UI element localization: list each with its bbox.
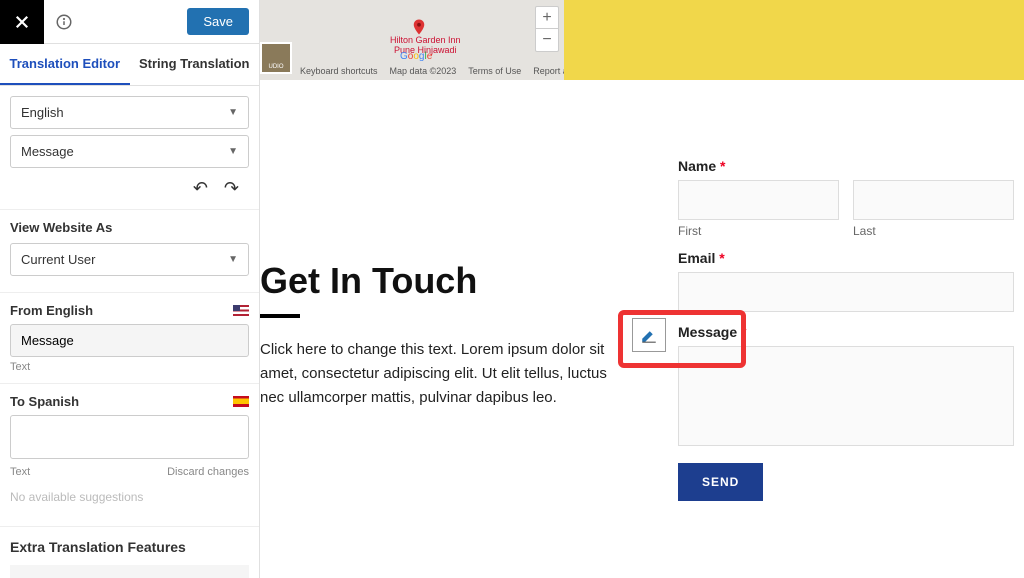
chevron-down-icon: ▼ [228, 107, 238, 118]
info-icon [55, 13, 73, 31]
view-as-label: View Website As [10, 220, 249, 235]
email-input[interactable] [678, 272, 1014, 312]
from-hint: Text [10, 361, 249, 373]
email-label: Email * [678, 250, 1014, 266]
info-button[interactable] [44, 13, 84, 31]
no-suggestions-text: No available suggestions [10, 478, 249, 516]
contact-form: Name * First Last Email * Mes [678, 158, 1014, 501]
send-button[interactable]: SEND [678, 463, 763, 501]
body-text[interactable]: Click here to change this text. Lorem ip… [260, 338, 620, 410]
undo-redo-row: ↶ ↷ [10, 174, 249, 199]
flag-es-icon [233, 396, 249, 407]
to-text-input[interactable] [10, 415, 249, 459]
language-select-value: English [21, 105, 64, 120]
sidebar-tabs: Translation Editor String Translation [0, 44, 259, 86]
item-select[interactable]: Message ▼ [10, 135, 249, 168]
first-sublabel: First [678, 224, 839, 238]
contact-copy: Get In Touch Click here to change this t… [260, 260, 620, 410]
undo-button[interactable]: ↶ [193, 178, 208, 199]
map-shortcuts-link[interactable]: Keyboard shortcuts [300, 66, 378, 76]
map-widget[interactable]: UDIO Hilton Garden Inn Pune Hinjawadi Go… [260, 0, 1024, 80]
email-field-group: Email * [678, 250, 1014, 312]
name-label: Name * [678, 158, 1014, 174]
map-attribution: Keyboard shortcuts Map data ©2023 Terms … [300, 66, 609, 76]
extra-features-section: Extra Translation Features Support for 2… [0, 527, 259, 578]
close-icon [13, 13, 31, 31]
item-select-value: Message [21, 144, 74, 159]
google-logo: Google [400, 51, 432, 62]
sidebar-header: Save [0, 0, 259, 44]
close-button[interactable] [0, 0, 44, 44]
satellite-thumb[interactable]: UDIO [260, 42, 292, 74]
zoom-in-button[interactable]: + [536, 7, 558, 29]
chevron-down-icon: ▼ [228, 254, 238, 265]
language-section: English ▼ Message ▼ ↶ ↷ [0, 86, 259, 210]
tab-string-translation[interactable]: String Translation [130, 44, 260, 85]
language-select[interactable]: English ▼ [10, 96, 249, 129]
map-zoom-controls: + − [535, 6, 559, 52]
map-terms-link[interactable]: Terms of Use [468, 66, 521, 76]
zoom-out-button[interactable]: − [536, 29, 558, 51]
view-as-value: Current User [21, 252, 95, 267]
last-name-input[interactable] [853, 180, 1014, 220]
yellow-banner [564, 0, 1024, 80]
from-language-section: From English Text [0, 293, 259, 384]
features-title: Extra Translation Features [10, 539, 249, 555]
view-as-section: View Website As Current User ▼ [0, 210, 259, 293]
to-hint: Text Discard changes [10, 466, 249, 478]
redo-button[interactable]: ↷ [224, 178, 239, 199]
map-data-text: Map data ©2023 [390, 66, 457, 76]
from-text-input[interactable] [10, 324, 249, 357]
message-field-group: Message * [678, 324, 1014, 449]
pencil-icon [640, 326, 658, 344]
translation-sidebar: Save Translation Editor String Translati… [0, 0, 260, 578]
view-as-select[interactable]: Current User ▼ [10, 243, 249, 276]
page-preview: UDIO Hilton Garden Inn Pune Hinjawadi Go… [260, 0, 1024, 578]
discard-changes-link[interactable]: Discard changes [167, 466, 249, 478]
save-button[interactable]: Save [187, 8, 249, 35]
first-name-input[interactable] [678, 180, 839, 220]
translate-pencil-button[interactable] [632, 318, 666, 352]
map-pin-icon [410, 18, 428, 36]
features-box: Support for 221 Extra Languages Yoast SE… [10, 565, 249, 578]
page-heading[interactable]: Get In Touch [260, 260, 620, 302]
from-label: From English [10, 303, 93, 318]
chevron-down-icon: ▼ [228, 146, 238, 157]
flag-us-icon [233, 305, 249, 316]
tab-translation-editor[interactable]: Translation Editor [0, 44, 130, 85]
name-field-group: Name * First Last [678, 158, 1014, 238]
last-sublabel: Last [853, 224, 1014, 238]
to-language-section: To Spanish Text Discard changes No avail… [0, 384, 259, 527]
heading-underline [260, 314, 300, 318]
to-label: To Spanish [10, 394, 79, 409]
to-hint-text: Text [10, 466, 30, 478]
